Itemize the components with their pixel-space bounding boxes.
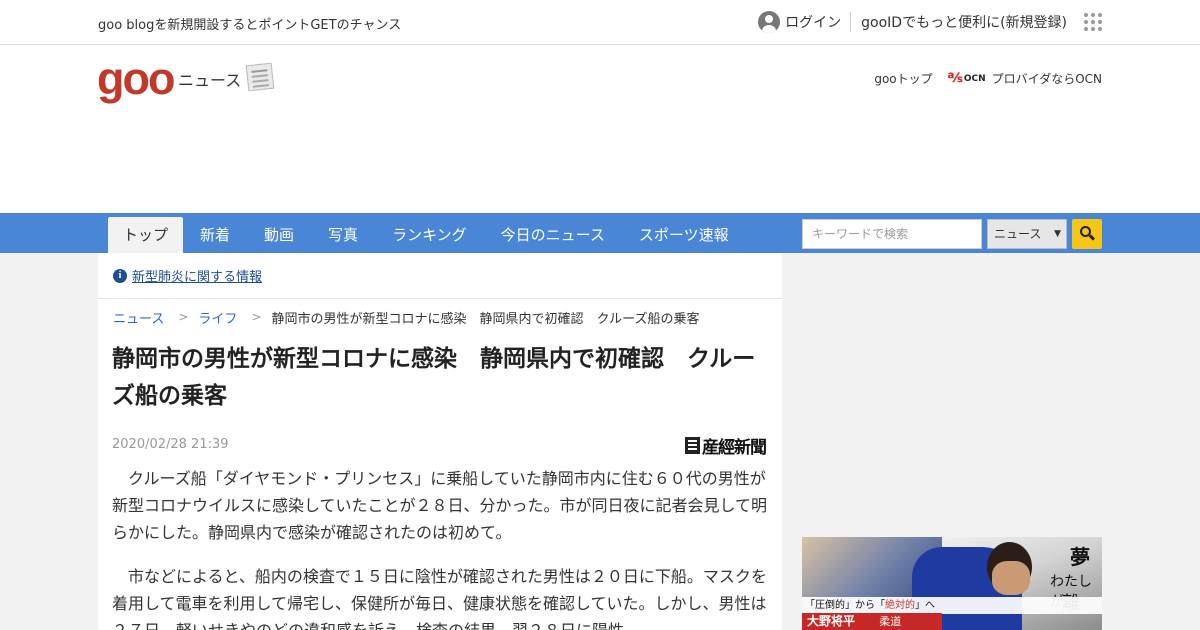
login-label: ログイン — [785, 15, 842, 31]
breadcrumb: ニュース > ライフ > 静岡市の男性が新型コロナに感染 静岡県内で初確認 クル… — [98, 299, 782, 327]
nav-tabs: トップ 新着 動画 写真 ランキング 今日のニュース スポーツ速報 — [108, 217, 746, 253]
ad-banner-pre: 「圧倒的」から「 — [805, 600, 885, 611]
ad-athlete-face — [992, 561, 1030, 595]
register-link[interactable]: gooIDでもっと便利に(新規登録) — [851, 12, 1067, 32]
article-paragraph: クルーズ船「ダイヤモンド・プリンセス」に乗船していた静岡市内に住む６０代の男性が… — [112, 469, 768, 542]
main-nav: トップ 新着 動画 写真 ランキング 今日のニュース スポーツ速報 ニュース ▼ — [0, 213, 1200, 253]
sidebar-ad[interactable]: 夢 わたしが 離 「圧倒的」から「絶対的」へ 大野将平 柔道 — [802, 537, 1102, 630]
goo-top-link[interactable]: gooトップ — [874, 70, 932, 87]
ad-name-bar: 大野将平 柔道 — [802, 613, 942, 630]
page-body: i 新型肺炎に関する情報 ニュース > ライフ > 静岡市の男性が新型コロナに感… — [0, 253, 1200, 630]
breadcrumb-separator: > — [251, 310, 262, 324]
ad-banner-highlight: 絶対的 — [885, 600, 915, 611]
ocn-link[interactable]: プロバイダならOCN — [992, 70, 1102, 87]
tab-photo[interactable]: 写真 — [311, 217, 375, 253]
ocn-mark-icon: ℁ — [947, 71, 963, 86]
section-title[interactable]: ニュース — [178, 67, 241, 91]
source-name: 産經新聞 — [702, 438, 767, 458]
user-icon — [758, 11, 781, 33]
breadcrumb-news[interactable]: ニュース — [113, 308, 164, 327]
covid-info-bar: i 新型肺炎に関する情報 — [98, 253, 782, 299]
search-scope-select[interactable]: ニュース ▼ — [987, 219, 1067, 249]
search-button[interactable] — [1072, 219, 1102, 249]
article-meta: 2020/02/28 21:39 産經新聞 — [98, 425, 782, 465]
search-input[interactable] — [802, 219, 982, 249]
ocn-logo[interactable]: ℁ OCN — [948, 71, 986, 86]
ad-catch-1: 夢 — [1070, 545, 1090, 569]
article-date: 2020/02/28 21:39 — [112, 437, 229, 452]
search-scope-value: ニュース — [994, 227, 1042, 241]
blog-promo-link[interactable]: goo blogを新規開設するとポイントGETのチャンス — [98, 14, 401, 33]
breadcrumb-life[interactable]: ライフ — [198, 308, 237, 327]
article-headline: 静岡市の男性が新型コロナに感染 静岡県内で初確認 クルーズ船の乗客 — [112, 346, 756, 409]
caret-down-icon: ▼ — [1054, 229, 1061, 239]
top-utility-bar: goo blogを新規開設するとポイントGETのチャンス ログイン gooIDで… — [0, 0, 1200, 45]
ad-athlete-name: 大野将平 — [807, 614, 856, 628]
tab-top[interactable]: トップ — [108, 217, 184, 253]
ocn-mark-text: OCN — [963, 73, 986, 84]
breadcrumb-separator: > — [178, 310, 189, 324]
login-button[interactable]: ログイン — [758, 11, 852, 33]
tab-todays-news[interactable]: 今日のニュース — [484, 217, 622, 253]
goo-logo[interactable]: goo — [97, 54, 175, 104]
tab-latest[interactable]: 新着 — [183, 217, 247, 253]
tab-sports-live[interactable]: スポーツ速報 — [622, 217, 746, 253]
tab-video[interactable]: 動画 — [247, 217, 311, 253]
article-body: クルーズ船「ダイヤモンド・プリンセス」に乗船していた静岡市内に住む６０代の男性が… — [98, 465, 782, 630]
ad-sport: 柔道 — [879, 615, 902, 628]
covid-info-link[interactable]: 新型肺炎に関する情報 — [132, 266, 262, 285]
account-area: ログイン gooIDでもっと便利に(新規登録) — [758, 10, 1102, 34]
services-grid-icon[interactable] — [1084, 13, 1102, 31]
info-icon: i — [113, 268, 127, 283]
newspaper-icon — [245, 62, 275, 92]
sankei-logo[interactable]: 産經新聞 — [685, 433, 767, 458]
search-icon-handle — [1088, 234, 1096, 241]
article: i 新型肺炎に関する情報 ニュース > ライフ > 静岡市の男性が新型コロナに感… — [98, 253, 782, 630]
ad-banner: 「圧倒的」から「絶対的」へ — [802, 597, 1102, 614]
sankei-mark-icon — [685, 437, 700, 454]
breadcrumb-current: 静岡市の男性が新型コロナに感染 静岡県内で初確認 クルーズ船の乗客 — [271, 311, 700, 327]
tab-ranking[interactable]: ランキング — [375, 217, 484, 253]
site-header: goo ニュース gooトップ ℁ OCN プロバイダならOCN — [0, 45, 1200, 213]
ad-banner-post: 」へ — [915, 600, 935, 611]
header-links: gooトップ ℁ OCN プロバイダならOCN — [874, 70, 1102, 87]
article-paragraph: 市などによると、船内の検査で１５日に陰性が確認された男性は２０日に下船。マスクを… — [112, 567, 767, 630]
